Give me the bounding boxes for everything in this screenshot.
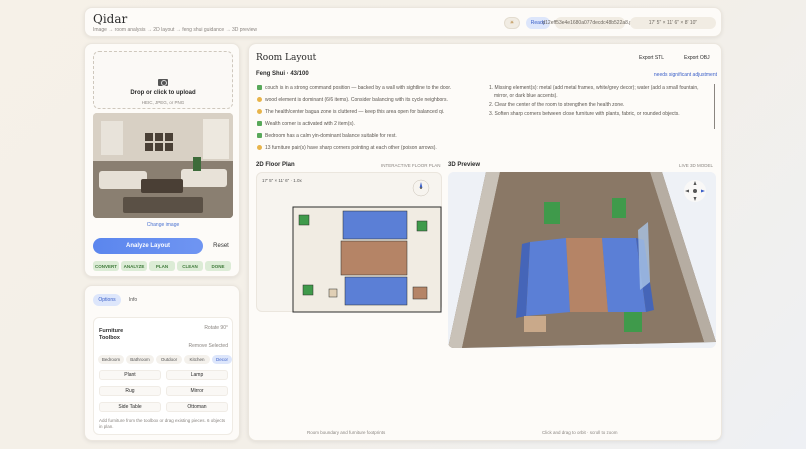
step-done: DONE: [205, 261, 231, 271]
recommendation-item: 3. Soften sharp corners between close fu…: [489, 111, 680, 117]
observation-text: Wealth corner is activated with 2 item(s…: [265, 121, 355, 127]
observation-item: 13 furniture pair(s) have sharp corners …: [257, 145, 437, 151]
upload-dropzone[interactable]: Drop or click to upload HEIC, JPEG, or P…: [93, 51, 233, 109]
toolbox-item-lamp[interactable]: Lamp: [166, 370, 228, 380]
toolbox-title: Furniture Toolbox: [99, 328, 124, 341]
filename-badge: d12eff53e4e1680a077decdc48b522a8.png: [542, 17, 638, 29]
plant-footprint: [416, 220, 428, 232]
upload-panel: Drop or click to upload HEIC, JPEG, or P…: [84, 43, 240, 277]
floor-plan-footer: Room boundary and furniture footprints: [307, 430, 386, 435]
toolbox-item-mirror[interactable]: Mirror: [166, 386, 228, 396]
sofa-footprint: [344, 276, 408, 306]
app-header: Qidar Image → room analysis → 2D layout …: [84, 7, 722, 37]
export-stl-button[interactable]: Export STL: [639, 55, 664, 61]
observation-item: Bedroom has a calm yin-dominant balance …: [257, 133, 397, 139]
rotate-button[interactable]: Rotate 90°: [190, 325, 228, 331]
room-layout-title: Room Layout: [256, 53, 317, 63]
check-icon: [257, 85, 262, 91]
side-table-footprint: [412, 286, 428, 300]
observation-text: wood element is dominant (6/6 items). Co…: [265, 97, 448, 103]
room-photo-illustration: [93, 113, 233, 218]
observation-item: Wealth corner is activated with 2 item(s…: [257, 121, 355, 127]
floor-plan-title: 2D Floor Plan: [256, 162, 295, 168]
warning-icon: [257, 97, 262, 103]
orbit-control-icon[interactable]: [681, 177, 709, 205]
observation-item: wood element is dominant (6/6 items). Co…: [257, 97, 448, 103]
toolbox-item-plant[interactable]: Plant: [99, 370, 161, 380]
3d-room-render: [448, 172, 716, 348]
recommendation-item: mirror, or dark blue accents).: [494, 93, 558, 99]
step-clean: CLEAN: [177, 261, 203, 271]
check-icon: [257, 121, 262, 127]
analyze-layout-button[interactable]: Analyze Layout: [93, 238, 203, 254]
breadcrumb: Image → room analysis → 2D layout → feng…: [93, 27, 257, 33]
toolbox-item-side-table[interactable]: Side Table: [99, 402, 161, 412]
fengshui-score: Feng Shui · 43/100: [256, 71, 309, 77]
observation-text: couch is in a strong command position — …: [265, 85, 452, 91]
room-layout-panel: Room Layout Export STL Export OBJ Feng S…: [248, 43, 722, 441]
toolbox-item-rug[interactable]: Rug: [99, 386, 161, 396]
remove-selected-button[interactable]: Remove Selected: [174, 343, 228, 349]
reset-button[interactable]: Reset: [209, 238, 233, 254]
ottoman-footprint: [328, 288, 338, 298]
plant-footprint: [298, 214, 310, 226]
preview-footer: Click and drag to orbit · scroll to zoom: [542, 430, 618, 435]
app-title: Qidar: [93, 12, 128, 26]
3d-preview-canvas[interactable]: [448, 172, 716, 348]
preview-title: 3D Preview: [448, 162, 481, 168]
step-convert: CONVERT: [93, 261, 119, 271]
table-footprint: [340, 240, 408, 276]
category-bedroom[interactable]: Bedroom: [98, 355, 124, 364]
observation-item: couch is in a strong command position — …: [257, 85, 451, 91]
compass-icon: [412, 179, 430, 197]
preview-subtitle: LIVE 3D MODEL: [679, 163, 714, 168]
dropzone-subtitle: HEIC, JPEG, or PNG: [141, 100, 185, 105]
tab-options[interactable]: Options: [93, 294, 121, 306]
observation-text: The health/center bagua zone is cluttere…: [265, 109, 445, 115]
toolbox-item-ottoman[interactable]: Ottoman: [166, 402, 228, 412]
toolbox-panel: Options Info Furniture Toolbox Rotate 90…: [84, 285, 240, 441]
plant-footprint: [302, 284, 314, 296]
observation-item: The health/center bagua zone is cluttere…: [257, 109, 444, 115]
category-outdoor[interactable]: Outdoor: [156, 355, 182, 364]
category-kitchen[interactable]: Kitchen: [184, 355, 210, 364]
category-bathroom[interactable]: Bathroom: [126, 355, 154, 364]
room-photo: [93, 113, 233, 218]
recommendation-item: 1. Missing element(s): metal (add metal …: [489, 85, 699, 91]
check-icon: [257, 133, 262, 139]
observation-text: Bedroom has a calm yin-dominant balance …: [265, 133, 397, 139]
camera-icon: [158, 79, 168, 86]
dimensions-badge: 17' 5" × 11' 6" × 8' 10": [630, 17, 716, 29]
floor-plan-canvas[interactable]: 17' 5" × 11' 6" · 1.0x: [256, 172, 442, 313]
category-decor[interactable]: Decor: [212, 355, 232, 364]
recommendation-item: 2. Clear the center of the room to stren…: [489, 102, 625, 108]
warning-icon: [257, 109, 262, 115]
floor-plan-subtitle: INTERACTIVE FLOOR PLAN: [381, 163, 441, 168]
adjustment-note: needs significant adjustment: [653, 72, 717, 78]
change-image-link[interactable]: Change image: [85, 222, 241, 228]
export-obj-button[interactable]: Export OBJ: [684, 55, 710, 61]
tab-info[interactable]: Info: [123, 294, 143, 306]
dropzone-title: Drop or click to upload: [130, 90, 196, 96]
sun-icon: ☀: [509, 20, 515, 26]
observation-text: 13 furniture pair(s) have sharp corners …: [265, 145, 437, 151]
step-plan: PLAN: [149, 261, 175, 271]
toolbox-hint: Add furniture from the toolbox or drag e…: [99, 418, 226, 429]
scrollbar[interactable]: [714, 84, 715, 129]
furniture-toolbox: Furniture Toolbox Rotate 90° Remove Sele…: [93, 317, 233, 435]
sofa-footprint: [342, 210, 408, 240]
warning-icon: [257, 145, 262, 151]
step-analyze: ANALYZE: [121, 261, 147, 271]
theme-toggle-button[interactable]: ☀: [504, 17, 520, 29]
